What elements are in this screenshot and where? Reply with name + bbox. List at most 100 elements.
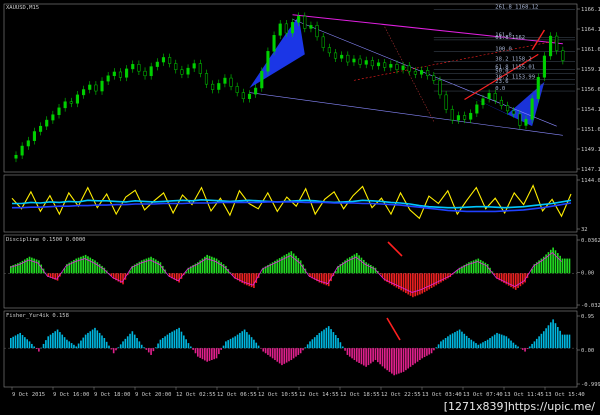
discipline-histogram-bar bbox=[98, 264, 101, 274]
fisher-histogram-bar bbox=[10, 338, 12, 349]
fisher-histogram-bar bbox=[152, 348, 155, 352]
fisher-histogram-bar bbox=[274, 348, 276, 361]
candle-body bbox=[370, 60, 374, 67]
candle-body bbox=[112, 71, 116, 77]
candle-body bbox=[419, 70, 424, 75]
fisher-histogram-bar bbox=[33, 346, 36, 349]
candle-body bbox=[254, 87, 258, 95]
candle-body bbox=[168, 57, 172, 64]
discipline-histogram-bar bbox=[482, 261, 484, 274]
candle-body bbox=[413, 70, 417, 75]
candle-body bbox=[438, 80, 442, 96]
fisher-histogram-bar bbox=[486, 339, 489, 349]
fisher-histogram-bar bbox=[346, 348, 349, 355]
fisher-histogram-bar bbox=[271, 348, 274, 359]
candle-body bbox=[57, 107, 61, 115]
fisher-histogram-bar bbox=[117, 347, 120, 349]
discipline-histogram-bar bbox=[409, 273, 412, 296]
discipline-histogram-bar bbox=[87, 256, 89, 274]
fisher-histogram-bar bbox=[341, 346, 344, 349]
fisher-histogram-bar bbox=[358, 348, 360, 363]
fisher-histogram-bar bbox=[299, 348, 302, 354]
fisher-histogram-bar bbox=[449, 334, 452, 349]
fisher-histogram-bar bbox=[430, 348, 433, 354]
fisher-axis-tick-label: -0.999 bbox=[581, 382, 600, 388]
fisher-histogram-bar bbox=[126, 336, 129, 349]
discipline-histogram-bar bbox=[225, 265, 227, 274]
candle-body bbox=[518, 113, 522, 126]
fisher-histogram-bar bbox=[154, 347, 157, 349]
price-axis-tick-label: 1151.60 bbox=[581, 127, 600, 133]
candle-body bbox=[549, 35, 553, 57]
fisher-histogram-bar bbox=[566, 334, 568, 349]
fisher-histogram-bar bbox=[70, 343, 73, 349]
candle-body bbox=[309, 25, 313, 29]
fisher-histogram-bar bbox=[465, 335, 468, 349]
discipline-histogram-bar bbox=[150, 256, 152, 274]
discipline-histogram-bar bbox=[101, 265, 103, 274]
fisher-histogram-bar bbox=[507, 338, 510, 349]
discipline-histogram-bar bbox=[220, 262, 223, 274]
discipline-histogram-bar bbox=[552, 247, 554, 274]
fisher-histogram-bar bbox=[19, 332, 21, 349]
candle-body bbox=[118, 71, 123, 78]
oscillator-axis-tick-label: 1144.05 bbox=[581, 178, 600, 184]
fisher-histogram-bar bbox=[334, 335, 337, 349]
fisher-histogram-bar bbox=[105, 341, 108, 349]
fisher-histogram-bar bbox=[470, 339, 473, 349]
fisher-histogram-bar bbox=[337, 338, 339, 349]
fisher-histogram-bar bbox=[269, 348, 272, 357]
fisher-histogram-bar bbox=[236, 334, 239, 349]
discipline-axis-tick-label: 0.0362 bbox=[581, 238, 600, 244]
fisher-histogram-bar bbox=[313, 337, 316, 349]
fisher-histogram-bar bbox=[124, 338, 127, 349]
watermark: [1271x839]https://upic.me/ bbox=[440, 400, 598, 414]
fisher-histogram-bar bbox=[330, 329, 332, 349]
fisher-histogram-bar bbox=[82, 337, 85, 349]
fisher-histogram-bar bbox=[365, 348, 367, 367]
time-axis-label: 12 Oct 22:55 bbox=[381, 392, 421, 398]
fib-level-label: 38.2 1158.2 bbox=[495, 56, 531, 62]
fisher-histogram-bar bbox=[241, 331, 244, 349]
fisher-histogram-bar bbox=[213, 348, 215, 360]
time-axis-label: 12 Oct 10:55 bbox=[258, 392, 298, 398]
candle-body bbox=[75, 94, 79, 104]
fisher-histogram-bar bbox=[318, 332, 321, 349]
fisher-histogram-bar bbox=[458, 329, 461, 349]
fisher-histogram-bar bbox=[31, 343, 33, 349]
fisher-histogram-bar bbox=[440, 341, 442, 349]
fisher-histogram-bar bbox=[129, 333, 131, 349]
candle-body bbox=[456, 115, 460, 121]
fisher-histogram-bar bbox=[292, 348, 295, 359]
fisher-histogram-bar bbox=[232, 337, 234, 349]
fisher-histogram-bar bbox=[528, 346, 531, 349]
fisher-histogram-bar bbox=[535, 338, 538, 349]
fisher-histogram-bar bbox=[362, 348, 365, 366]
fisher-histogram-bar bbox=[423, 348, 426, 358]
discipline-histogram-bar bbox=[484, 262, 487, 274]
fisher-histogram-bar bbox=[21, 335, 24, 349]
candle-body bbox=[506, 105, 510, 112]
fisher-histogram-bar bbox=[339, 342, 342, 349]
fisher-histogram-bar bbox=[122, 341, 124, 349]
time-axis-label: 9 Oct 2015 bbox=[12, 392, 45, 398]
candle-body bbox=[125, 68, 129, 78]
candle-body bbox=[100, 80, 104, 92]
fisher-histogram-bar bbox=[38, 348, 40, 352]
fisher-histogram-bar bbox=[547, 325, 550, 349]
discipline-histogram-bar bbox=[561, 258, 564, 274]
time-axis-label: 9 Oct 18:00 bbox=[94, 392, 130, 398]
watermark-site[interactable]: https://upic.me/ bbox=[508, 400, 595, 413]
fisher-histogram-bar bbox=[131, 331, 134, 349]
candle-body bbox=[303, 15, 307, 29]
candle-body bbox=[272, 35, 276, 52]
price-pane-label: XAUUSD,M15 bbox=[6, 5, 39, 11]
fisher-histogram-bar bbox=[372, 348, 374, 362]
fisher-histogram-bar bbox=[325, 327, 328, 349]
candle-body bbox=[481, 98, 485, 106]
candle-body bbox=[192, 63, 196, 69]
discipline-histogram-bar bbox=[208, 255, 211, 274]
price-axis-tick-label: 1154.10 bbox=[581, 107, 600, 113]
candle-body bbox=[198, 63, 202, 74]
fisher-histogram-bar bbox=[35, 348, 38, 350]
